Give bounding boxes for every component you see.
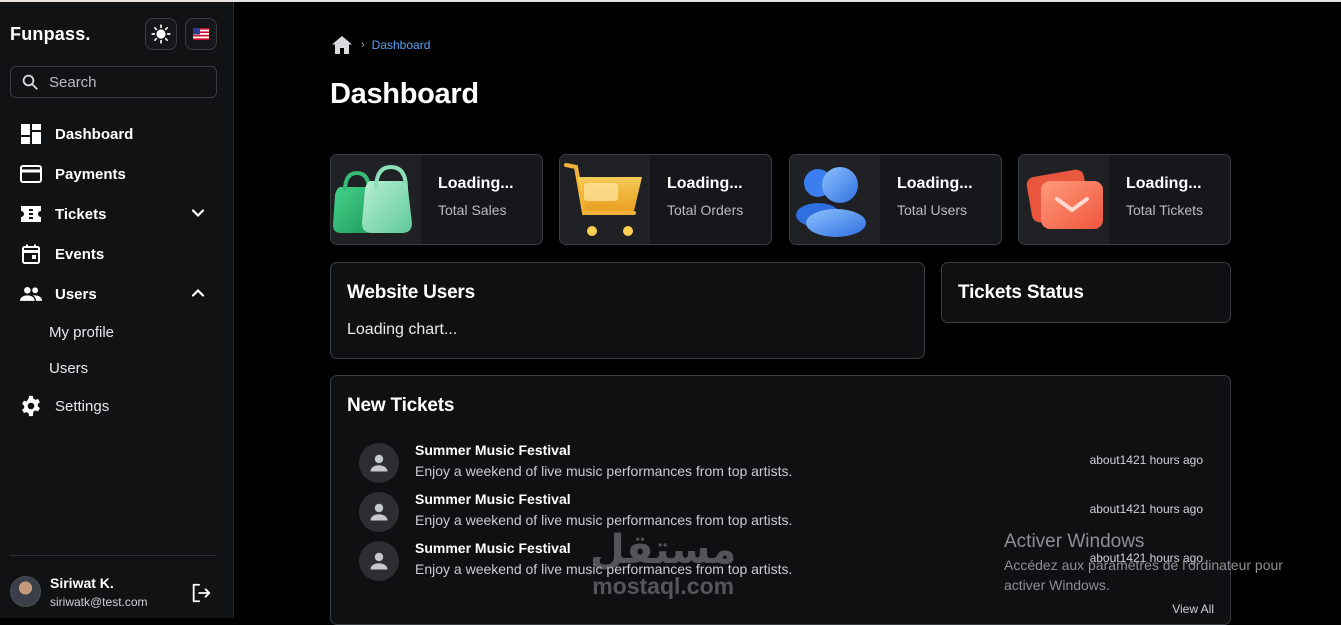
search-input[interactable] [49,73,199,91]
search-box[interactable] [10,66,217,98]
ticket-title: Summer Music Festival [415,491,571,507]
windows-activation-notice: Activer Windows Accédez aux paramètres d… [1004,531,1324,595]
logout-icon[interactable] [190,582,212,604]
envelope-3d-icon [1019,155,1109,244]
gear-icon [20,395,42,417]
sidebar-item-settings[interactable]: Settings [0,386,233,426]
stat-label: Total Orders [667,202,744,218]
ticket-description: Enjoy a weekend of live music performanc… [415,463,793,479]
activation-line-1: Accédez aux paramètres de l'ordinateur p… [1004,557,1283,573]
stat-card-total-orders[interactable]: Loading... Total Orders [559,154,772,245]
breadcrumb: › Dashboard [332,36,430,54]
users-icon [20,283,42,305]
sidebar-item-users[interactable]: Users [0,274,233,314]
sidebar-subitem-users[interactable]: Users [0,350,233,386]
chevron-down-icon [191,209,205,218]
avatar[interactable] [10,576,41,607]
stat-card-total-users[interactable]: Loading... Total Users [789,154,1002,245]
sidebar-item-label: Tickets [55,205,107,223]
stat-value: Loading... [897,175,973,192]
shopping-bags-icon [331,155,421,244]
user-name: Siriwat K. [50,575,114,591]
ticket-time: about1421 hours ago [1089,502,1203,516]
stat-card-total-sales[interactable]: Loading... Total Sales [330,154,543,245]
shopping-cart-icon [560,155,650,244]
users-3d-icon [790,155,880,244]
website-users-panel: Website Users Loading chart... [330,262,925,359]
user-avatar-icon [359,443,399,483]
activation-line-2: activer Windows. [1004,577,1110,593]
chevron-right-icon: › [361,39,365,51]
panel-title: Tickets Status [958,282,1084,303]
sidebar: Funpass. Dashboard [0,2,234,618]
breadcrumb-current[interactable]: Dashboard [372,38,431,52]
panel-title: Website Users [347,282,475,303]
stat-label: Total Tickets [1126,202,1204,218]
user-avatar-icon [359,492,399,532]
ticket-description: Enjoy a weekend of live music performanc… [415,512,793,528]
view-all-link[interactable]: View All [1172,602,1214,616]
ticket-list-item[interactable]: Summer Music Festival Enjoy a weekend of… [359,442,1203,488]
sidebar-item-label: Events [55,245,105,263]
sidebar-item-label: Dashboard [55,125,134,143]
sidebar-divider [10,555,217,556]
ticket-description: Enjoy a weekend of live music performanc… [415,561,793,577]
stat-label: Total Sales [438,202,507,218]
ticket-title: Summer Music Festival [415,540,571,556]
ticket-icon [20,203,42,225]
sidebar-item-label: Payments [55,165,126,183]
sidebar-subitem-my-profile[interactable]: My profile [0,314,233,350]
calendar-icon [20,243,42,265]
home-icon[interactable] [332,36,352,54]
sidebar-nav: Dashboard Payments Tickets Events Users … [0,114,233,426]
sidebar-item-events[interactable]: Events [0,234,233,274]
brand-logo[interactable]: Funpass. [10,24,91,45]
user-avatar-icon [359,541,399,581]
us-flag-icon [193,28,209,40]
ticket-time: about1421 hours ago [1089,453,1203,467]
tickets-status-panel: Tickets Status [941,262,1231,323]
stat-card-total-tickets[interactable]: Loading... Total Tickets [1018,154,1231,245]
panel-title: New Tickets [347,395,455,416]
stat-value: Loading... [667,175,743,192]
sun-icon [151,24,171,44]
chevron-up-icon [191,288,205,297]
activation-title: Activer Windows [1004,531,1145,552]
theme-toggle-button[interactable] [145,18,177,50]
stat-value: Loading... [1126,175,1202,192]
stat-value: Loading... [438,175,514,192]
ticket-title: Summer Music Festival [415,442,571,458]
credit-card-icon [20,163,42,185]
page-title: Dashboard [330,78,479,110]
dashboard-icon [20,123,42,145]
sidebar-item-dashboard[interactable]: Dashboard [0,114,233,154]
user-email: siriwatk@test.com [50,595,148,609]
sidebar-item-tickets[interactable]: Tickets [0,194,233,234]
chart-loading-text: Loading chart... [347,321,458,338]
stat-label: Total Users [897,202,968,218]
search-icon [22,74,38,90]
language-button[interactable] [185,18,217,50]
sidebar-item-payments[interactable]: Payments [0,154,233,194]
sidebar-item-label: Users [55,285,97,303]
sidebar-item-label: Settings [55,397,110,415]
